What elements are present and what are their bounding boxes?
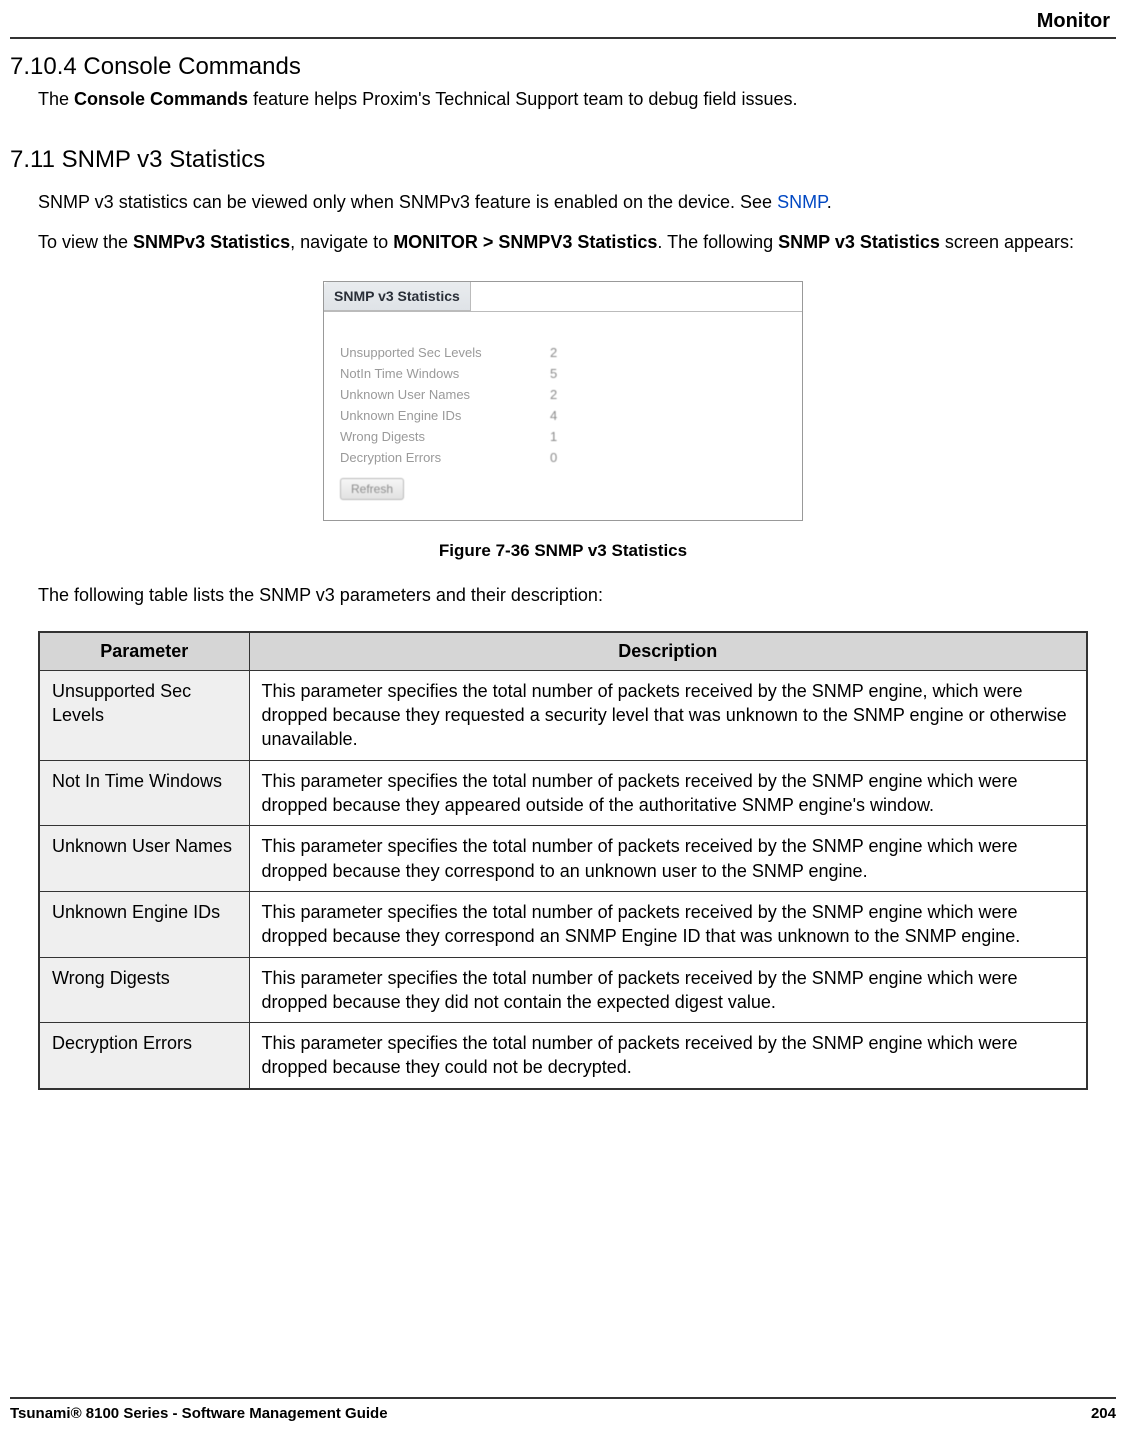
heading-console-commands: 7.10.4 Console Commands <box>10 53 1116 81</box>
text-bold: SNMPv3 Statistics <box>133 232 290 252</box>
page-header-section: Monitor <box>10 10 1116 33</box>
table-row: Decryption ErrorsThis parameter specifie… <box>39 1023 1087 1089</box>
text: To view the <box>38 232 133 252</box>
footer-page-number: 204 <box>1091 1405 1116 1422</box>
text: screen appears: <box>940 232 1074 252</box>
param-cell: Unsupported Sec Levels <box>39 670 249 760</box>
table-row: Unknown User NamesThis parameter specifi… <box>39 826 1087 892</box>
stat-label: Unknown Engine IDs <box>340 408 550 423</box>
table-row: Wrong DigestsThis parameter specifies th… <box>39 957 1087 1023</box>
figure-snmp-stats: SNMP v3 Statistics Unsupported Sec Level… <box>323 281 803 521</box>
parameter-table: Parameter Description Unsupported Sec Le… <box>38 631 1088 1090</box>
param-cell: Not In Time Windows <box>39 760 249 826</box>
table-row: Unknown Engine IDsThis parameter specifi… <box>39 891 1087 957</box>
text: . <box>827 192 832 212</box>
stat-label: Unknown User Names <box>340 387 550 402</box>
stat-label: NotIn Time Windows <box>340 366 550 381</box>
snmp-intro-1: SNMP v3 statistics can be viewed only wh… <box>38 190 1116 214</box>
stat-value: 2 <box>550 345 580 360</box>
snmp-intro-2: To view the SNMPv3 Statistics, navigate … <box>38 230 1116 254</box>
param-cell: Unknown Engine IDs <box>39 891 249 957</box>
stat-row: NotIn Time Windows5 <box>340 363 786 384</box>
stat-value: 2 <box>550 387 580 402</box>
figure-body: Unsupported Sec Levels2 NotIn Time Windo… <box>324 312 802 520</box>
table-header-parameter: Parameter <box>39 632 249 671</box>
table-intro: The following table lists the SNMP v3 pa… <box>38 583 1116 607</box>
refresh-button[interactable]: Refresh <box>340 478 404 500</box>
desc-cell: This parameter specifies the total numbe… <box>249 760 1087 826</box>
stat-label: Unsupported Sec Levels <box>340 345 550 360</box>
desc-cell: This parameter specifies the total numbe… <box>249 670 1087 760</box>
figure-tab[interactable]: SNMP v3 Statistics <box>324 282 471 311</box>
figure-caption: Figure 7-36 SNMP v3 Statistics <box>10 541 1116 561</box>
text: feature helps Proxim's Technical Support… <box>248 89 797 109</box>
table-row: Not In Time WindowsThis parameter specif… <box>39 760 1087 826</box>
text: . The following <box>657 232 778 252</box>
stat-value: 5 <box>550 366 580 381</box>
text: SNMP v3 statistics can be viewed only wh… <box>38 192 777 212</box>
text: The <box>38 89 74 109</box>
table-header-description: Description <box>249 632 1087 671</box>
desc-cell: This parameter specifies the total numbe… <box>249 957 1087 1023</box>
stat-value: 0 <box>550 450 580 465</box>
desc-cell: This parameter specifies the total numbe… <box>249 1023 1087 1089</box>
console-commands-intro: The Console Commands feature helps Proxi… <box>38 89 1116 110</box>
stat-row: Wrong Digests1 <box>340 426 786 447</box>
figure-tabbar: SNMP v3 Statistics <box>324 282 802 312</box>
snmp-link[interactable]: SNMP <box>777 192 827 212</box>
stat-row: Unsupported Sec Levels2 <box>340 342 786 363</box>
stat-label: Wrong Digests <box>340 429 550 444</box>
stat-value: 1 <box>550 429 580 444</box>
text: , navigate to <box>290 232 393 252</box>
param-cell: Wrong Digests <box>39 957 249 1023</box>
stat-row: Unknown Engine IDs4 <box>340 405 786 426</box>
stat-value: 4 <box>550 408 580 423</box>
param-cell: Unknown User Names <box>39 826 249 892</box>
header-rule <box>10 37 1116 39</box>
table-row: Unsupported Sec LevelsThis parameter spe… <box>39 670 1087 760</box>
page-footer: Tsunami® 8100 Series - Software Manageme… <box>10 1377 1116 1422</box>
param-cell: Decryption Errors <box>39 1023 249 1089</box>
desc-cell: This parameter specifies the total numbe… <box>249 891 1087 957</box>
stat-label: Decryption Errors <box>340 450 550 465</box>
text-bold: SNMP v3 Statistics <box>778 232 940 252</box>
footer-rule <box>10 1397 1116 1399</box>
desc-cell: This parameter specifies the total numbe… <box>249 826 1087 892</box>
text-bold: MONITOR > SNMPV3 Statistics <box>393 232 657 252</box>
footer-title: Tsunami® 8100 Series - Software Manageme… <box>10 1405 388 1422</box>
stat-row: Decryption Errors0 <box>340 447 786 468</box>
text-bold: Console Commands <box>74 89 248 109</box>
heading-snmp-stats: 7.11 SNMP v3 Statistics <box>10 146 1116 174</box>
stat-row: Unknown User Names2 <box>340 384 786 405</box>
